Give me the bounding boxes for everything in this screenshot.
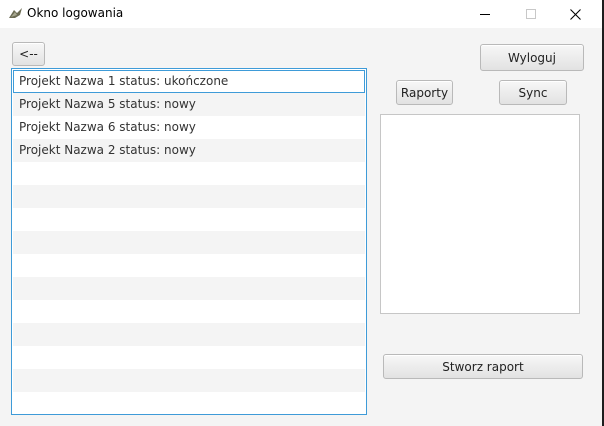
project-list-item[interactable]: Projekt Nazwa 5 status: nowy [13, 93, 365, 116]
project-list-item[interactable]: Projekt Nazwa 2 status: nowy [13, 139, 365, 162]
app-icon [9, 8, 22, 18]
project-list-empty-row [13, 392, 365, 414]
report-panel[interactable] [380, 114, 580, 314]
minimize-button[interactable] [462, 0, 508, 28]
project-list-empty-row [13, 185, 365, 208]
project-list-empty-row [13, 162, 365, 185]
close-button[interactable] [552, 0, 598, 28]
minimize-icon [480, 14, 490, 15]
project-list-empty-row [13, 300, 365, 323]
project-list-empty-row [13, 323, 365, 346]
project-list-empty-row [13, 254, 365, 277]
project-list-empty-row [13, 346, 365, 369]
window-title: Okno logowania [27, 6, 124, 20]
create-report-button[interactable]: Stworz raport [383, 354, 583, 379]
back-button[interactable]: <-- [12, 42, 45, 66]
app-window: Okno logowania <-- Wyloguj Raporty Sync … [0, 0, 604, 426]
project-list-item[interactable]: Projekt Nazwa 6 status: nowy [13, 116, 365, 139]
project-list-empty-row [13, 369, 365, 392]
reports-button[interactable]: Raporty [396, 80, 453, 105]
maximize-button[interactable] [508, 0, 554, 28]
project-list[interactable]: Projekt Nazwa 1 status: ukończone Projekt… [11, 68, 367, 415]
maximize-icon [526, 9, 536, 19]
project-list-empty-row [13, 208, 365, 231]
project-list-item[interactable]: Projekt Nazwa 1 status: ukończone [13, 70, 365, 93]
project-list-empty-row [13, 231, 365, 254]
sync-button[interactable]: Sync [499, 80, 567, 105]
close-icon [569, 8, 581, 20]
project-list-empty-row [13, 277, 365, 300]
logout-button[interactable]: Wyloguj [480, 44, 584, 71]
title-bar[interactable]: Okno logowania [0, 0, 602, 28]
